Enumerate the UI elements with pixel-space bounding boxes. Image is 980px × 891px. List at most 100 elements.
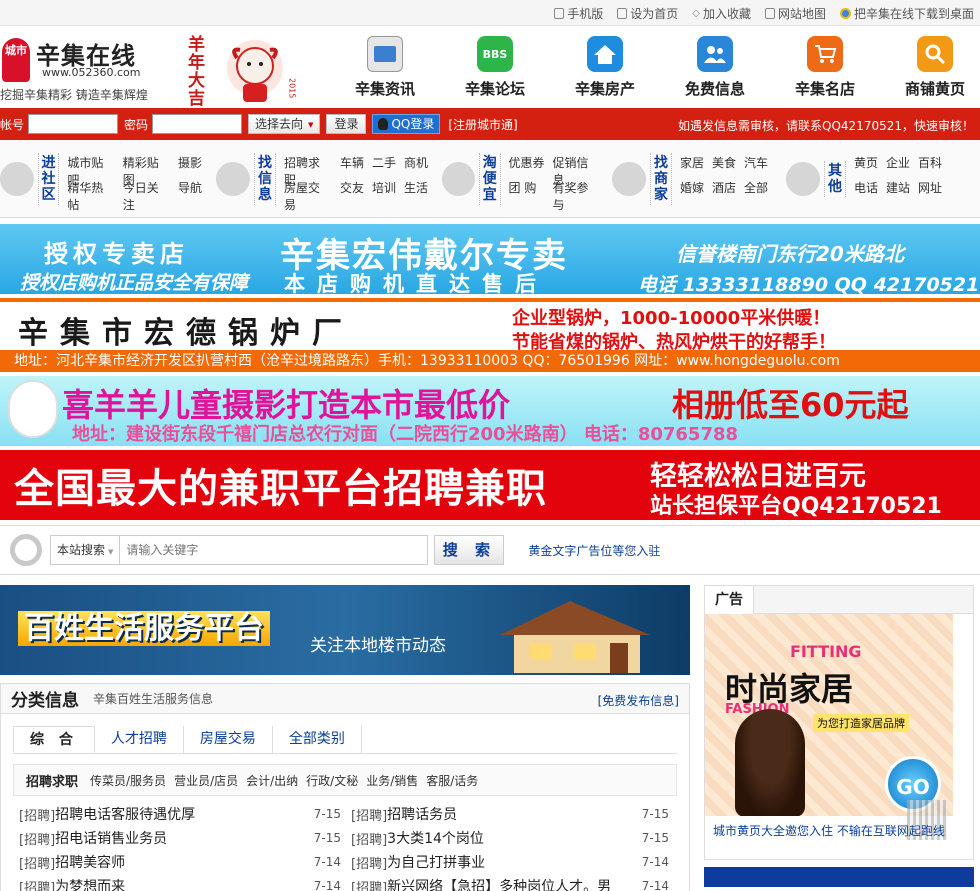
- job-title[interactable]: 招聘电话客服待遇优厚: [55, 804, 195, 824]
- yellow-pages-invite-link[interactable]: 城市黄页大全邀您入住 不输在互联网起跑线: [713, 822, 945, 839]
- job-title[interactable]: 招电话销售业务员: [55, 828, 167, 848]
- tab-housing[interactable]: 房屋交易: [184, 726, 273, 753]
- cat-link[interactable]: 城市贴吧: [67, 154, 114, 187]
- cat-link[interactable]: 网址: [918, 179, 942, 204]
- tab-all-categories[interactable]: 全部类别: [273, 726, 362, 753]
- cat-link[interactable]: 电话: [854, 179, 878, 204]
- cat-link[interactable]: 黄页: [854, 154, 878, 179]
- cat-link[interactable]: 招聘求职: [284, 154, 332, 187]
- cat-link[interactable]: 房屋交易: [284, 179, 332, 212]
- cat-link[interactable]: 商机: [404, 154, 428, 179]
- cat-link[interactable]: 二手: [372, 154, 396, 179]
- add-favorite-label[interactable]: 加入收藏: [703, 5, 751, 22]
- password-input[interactable]: [152, 114, 243, 134]
- cart-icon: [807, 36, 843, 72]
- nav-yellow-pages[interactable]: 商铺黄页: [880, 36, 980, 99]
- job-item[interactable]: [招聘] 招聘美容师 7-14: [19, 850, 349, 874]
- cat-link[interactable]: 建站: [886, 179, 910, 204]
- service-platform-banner[interactable]: 百姓生活服务平台 关注本地楼市动态: [0, 585, 690, 675]
- banner-area: 授权专卖店 辛集宏伟戴尔专卖 信誉楼南门东行20米路北 授权店购机正品安全有保障…: [0, 224, 980, 520]
- job-item[interactable]: [招聘] 为梦想而来 7-14: [19, 874, 349, 891]
- nav-shops[interactable]: 辛集名店: [770, 36, 880, 99]
- subcat-link[interactable]: 客服/话务: [426, 772, 478, 789]
- cat-link[interactable]: 美食: [712, 154, 736, 179]
- site-map-label[interactable]: 网站地图: [778, 5, 826, 22]
- job-item[interactable]: [招聘] 招聘电话客服待遇优厚 7-15: [19, 802, 349, 826]
- add-favorite-link[interactable]: ◇ 加入收藏: [692, 5, 751, 22]
- site-map-link[interactable]: 网站地图: [764, 5, 826, 22]
- cat-link[interactable]: 导航: [178, 179, 202, 204]
- home-furnishing-ad[interactable]: FITTING 时尚家居 FASHION 为您打造家居品牌 GO: [705, 614, 953, 816]
- new-year-graphic: 2015 羊年大吉: [160, 28, 320, 108]
- boiler-factory-banner[interactable]: 辛集市宏德锅炉厂 企业型锅炉，1000-10000平米供暖！ 节能省煤的锅炉、热…: [0, 298, 980, 372]
- site-logo[interactable]: 城市 辛集在线 www.052360.com 挖掘辛集精彩 铸造辛集辉煌: [0, 32, 160, 102]
- login-button[interactable]: 登录: [326, 114, 367, 134]
- subcat-header[interactable]: 招聘求职: [26, 771, 78, 790]
- job-title[interactable]: 新兴网络【急招】多种岗位人才。男: [387, 876, 611, 891]
- gold-text-ad-link[interactable]: 黄金文字广告位等您入驻: [528, 542, 660, 559]
- cat-link[interactable]: 有奖参与: [553, 179, 598, 212]
- post-free-info-link[interactable]: [免费发布信息]: [598, 692, 679, 709]
- set-home-link[interactable]: 设为首页: [617, 5, 678, 22]
- nav-house-label: 辛集房产: [574, 80, 635, 98]
- site-slogan: 挖掘辛集精彩 铸造辛集辉煌: [0, 88, 148, 102]
- job-item[interactable]: [招聘] 为自己打拼事业 7-14: [349, 850, 679, 874]
- tab-general[interactable]: 综 合: [13, 726, 95, 753]
- cat-link[interactable]: 生活: [404, 179, 428, 204]
- search-scope-select[interactable]: 本站搜索: [50, 535, 121, 565]
- job-tag: [招聘]: [19, 856, 56, 872]
- job-title[interactable]: 为梦想而来: [55, 876, 125, 891]
- search-button[interactable]: 搜 索: [434, 535, 505, 565]
- cat-link[interactable]: 培训: [372, 179, 396, 204]
- subcat-link[interactable]: 行政/文秘: [306, 772, 358, 789]
- subcat-link[interactable]: 业务/销售: [366, 772, 418, 789]
- cat-link[interactable]: 婚嫁: [680, 179, 704, 204]
- cat-link[interactable]: 促销信息: [553, 154, 598, 187]
- job-title[interactable]: 招聘美容师: [55, 852, 125, 872]
- b1-bottom-left: 授权店购机正品安全有保障: [20, 272, 249, 294]
- cat-link[interactable]: 全部: [744, 179, 768, 204]
- cat-link[interactable]: 团 购: [509, 179, 545, 204]
- set-home-label[interactable]: 设为首页: [630, 5, 678, 22]
- cat-link[interactable]: 精华热帖: [67, 179, 114, 212]
- download-desktop-link[interactable]: 把辛集在线下载到桌面: [839, 5, 974, 22]
- search-input[interactable]: [120, 535, 429, 565]
- download-desktop-label[interactable]: 把辛集在线下载到桌面: [854, 5, 974, 22]
- cat-link[interactable]: 酒店: [712, 179, 736, 204]
- cat-link[interactable]: 车辆: [340, 154, 364, 179]
- cat-link[interactable]: 家居: [680, 154, 704, 179]
- qq-login-button[interactable]: QQ登录: [372, 114, 441, 134]
- cat-link[interactable]: 企业: [886, 154, 910, 179]
- cat-link[interactable]: 百科: [918, 154, 942, 179]
- job-item[interactable]: [招聘] 新兴网络【急招】多种岗位人才。男 7-14: [349, 874, 679, 891]
- destination-select[interactable]: 选择去向: [248, 114, 321, 134]
- nav-news[interactable]: 辛集资讯: [330, 36, 440, 99]
- mobile-link[interactable]: 手机版: [554, 5, 603, 22]
- child-photo-banner[interactable]: 喜羊羊儿童摄影打造本市最低价 相册低至60元起 地址：建设街东段千禧门店总农行对…: [0, 376, 980, 446]
- cat-link[interactable]: 精彩贴图: [123, 154, 170, 187]
- cat-link[interactable]: 汽车: [744, 154, 768, 179]
- subcat-link[interactable]: 会计/出纳: [246, 772, 298, 789]
- subcat-link[interactable]: 营业员/店员: [174, 772, 238, 789]
- account-input[interactable]: [28, 114, 119, 134]
- register-link[interactable]: [注册城市通]: [448, 116, 517, 133]
- dell-store-banner[interactable]: 授权专卖店 辛集宏伟戴尔专卖 信誉楼南门东行20米路北 授权店购机正品安全有保障…: [0, 224, 980, 294]
- job-item[interactable]: [招聘] 招电话销售业务员 7-15: [19, 826, 349, 850]
- mobile-link-label[interactable]: 手机版: [567, 5, 603, 22]
- job-item[interactable]: [招聘] 招聘话务员 7-15: [349, 802, 679, 826]
- job-item[interactable]: [招聘] 3大类14个岗位 7-15: [349, 826, 679, 850]
- job-title[interactable]: 为自己打拼事业: [387, 852, 485, 872]
- cat-link[interactable]: 今日关注: [123, 179, 170, 212]
- cat-link[interactable]: 交友: [340, 179, 364, 204]
- cat-link[interactable]: 优惠券: [509, 154, 545, 179]
- job-title[interactable]: 3大类14个岗位: [387, 828, 484, 848]
- nav-house[interactable]: 辛集房产: [550, 36, 660, 99]
- part-time-job-banner[interactable]: 全国最大的兼职平台招聘兼职 轻轻松松日进百元 站长担保平台QQ42170521: [0, 450, 980, 520]
- nav-bbs[interactable]: BBS 辛集论坛: [440, 36, 550, 99]
- subcat-link[interactable]: 传菜员/服务员: [90, 772, 166, 789]
- nav-free-info[interactable]: 免费信息: [660, 36, 770, 99]
- ad-header-label: 广告: [705, 586, 754, 614]
- tab-recruitment[interactable]: 人才招聘: [95, 726, 184, 753]
- cat-link[interactable]: 摄影: [178, 154, 202, 179]
- job-title[interactable]: 招聘话务员: [387, 804, 457, 824]
